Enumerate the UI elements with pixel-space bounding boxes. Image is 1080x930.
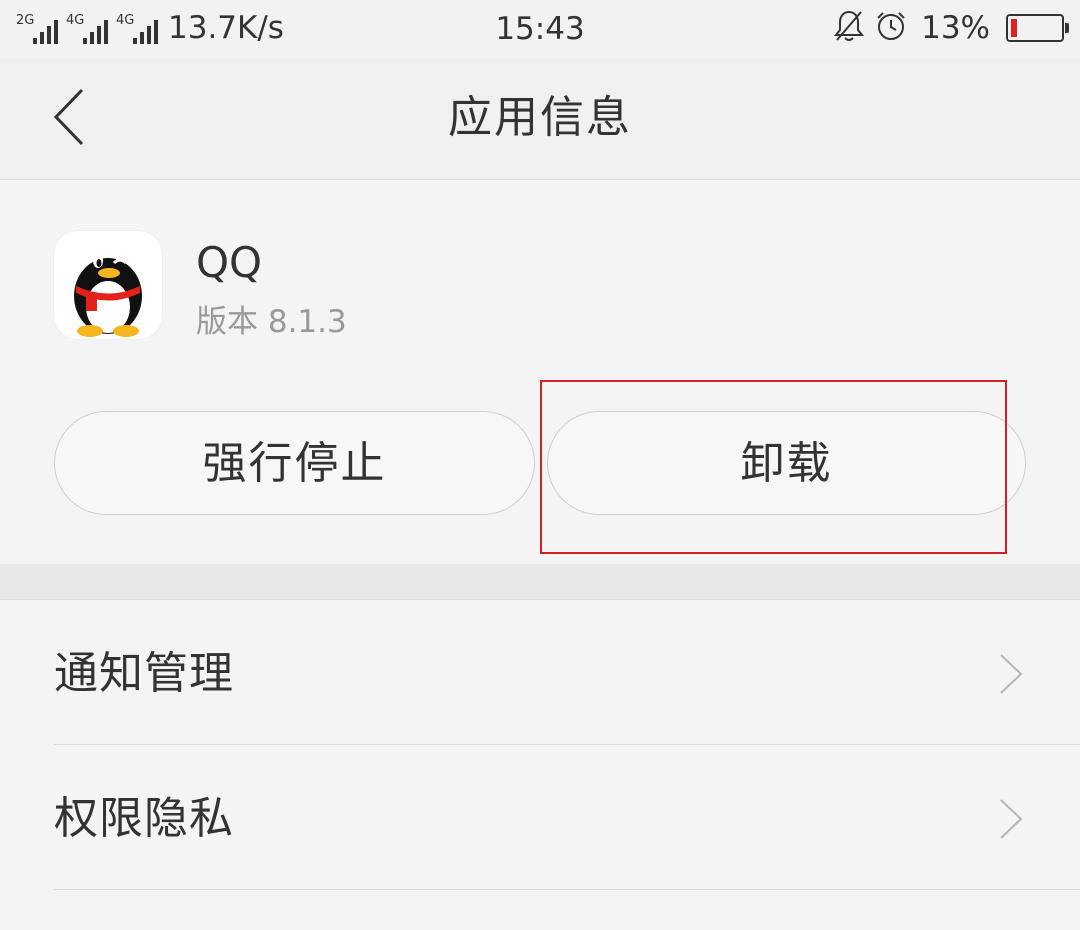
battery-percent: 13%: [921, 10, 990, 46]
alarm-icon: [875, 10, 907, 46]
status-bar: 2G 4G 4G 13.7K/s 15:43 13%: [0, 0, 1080, 58]
chevron-right-icon: [1000, 654, 1023, 694]
battery-icon: [1006, 14, 1069, 42]
uninstall-button[interactable]: 卸载: [547, 411, 1026, 515]
title-bar: 应用信息: [0, 58, 1080, 180]
section-divider: [0, 564, 1080, 600]
app-info-section: QQ 版本 8.1.3 强行停止 卸载: [0, 180, 1080, 564]
list-item-notification-management[interactable]: 通知管理: [0, 600, 1080, 745]
app-version: 版本 8.1.3: [196, 304, 347, 340]
chevron-right-icon: [1000, 799, 1023, 839]
page-title: 应用信息: [448, 92, 632, 143]
force-stop-button[interactable]: 强行停止: [54, 411, 535, 515]
status-right: 13%: [833, 9, 1069, 47]
list-separator: [54, 889, 1080, 890]
list-item-label: 通知管理: [54, 648, 234, 699]
list-item-label: 权限隐私: [54, 793, 234, 844]
app-name: QQ: [196, 238, 263, 287]
list-item-permission-privacy[interactable]: 权限隐私: [0, 745, 1080, 890]
battery-level-fill: [1011, 19, 1017, 37]
qq-penguin-icon: [54, 231, 162, 339]
mute-bell-icon: [833, 9, 865, 47]
